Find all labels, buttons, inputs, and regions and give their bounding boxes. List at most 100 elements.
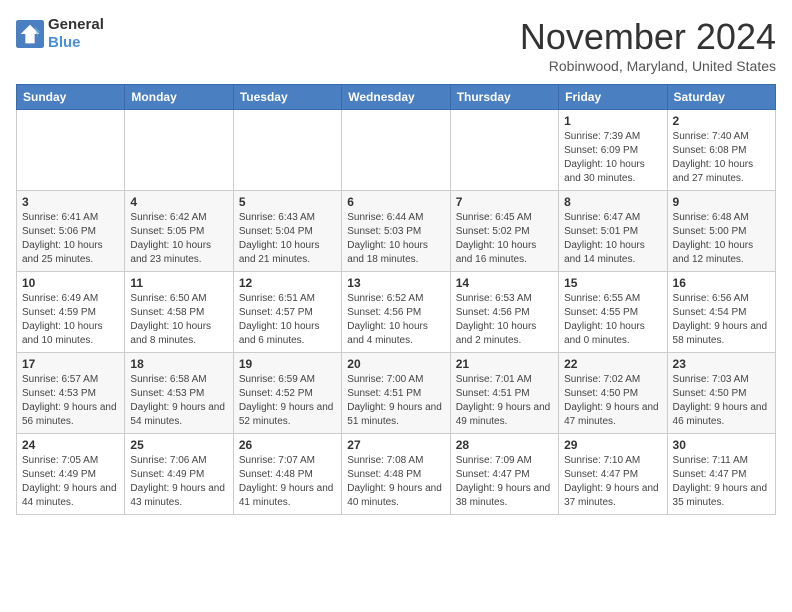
day-info: Sunrise: 6:59 AM Sunset: 4:52 PM Dayligh… xyxy=(239,373,336,429)
calendar-week-row: 1Sunrise: 7:39 AM Sunset: 6:09 PM Daylig… xyxy=(17,110,776,191)
calendar-cell: 4 Sunrise: 6:42 AM Sunset: 5:05 PM Daylig… xyxy=(125,191,233,272)
day-info: Sunrise: 6:43 AM Sunset: 5:04 PM Dayligh… xyxy=(239,211,336,267)
logo-line2: Blue xyxy=(48,34,104,52)
day-info: Sunrise: 7:08 AM Sunset: 4:48 PM Dayligh… xyxy=(347,454,444,510)
day-number: 23 xyxy=(673,357,770,371)
calendar-cell: 21 Sunrise: 7:01 AM Sunset: 4:51 PM Dayli… xyxy=(450,353,558,434)
day-info: Sunrise: 7:07 AM Sunset: 4:48 PM Dayligh… xyxy=(239,454,336,510)
day-info: Sunrise: 6:48 AM Sunset: 5:00 PM Dayligh… xyxy=(673,211,770,267)
calendar-cell: 2 Sunrise: 7:40 AM Sunset: 6:08 PM Daylig… xyxy=(667,110,775,191)
calendar-cell: 11 Sunrise: 6:50 AM Sunset: 4:58 PM Dayli… xyxy=(125,272,233,353)
calendar-cell xyxy=(233,110,341,191)
calendar-cell: 15Sunrise: 6:55 AM Sunset: 4:55 PM Dayli… xyxy=(559,272,667,353)
calendar-cell: 26 Sunrise: 7:07 AM Sunset: 4:48 PM Dayli… xyxy=(233,434,341,515)
day-number: 1 xyxy=(564,114,661,128)
calendar-cell: 17 Sunrise: 6:57 AM Sunset: 4:53 PM Dayli… xyxy=(17,353,125,434)
column-header-sunday: Sunday xyxy=(17,85,125,110)
day-info: Sunrise: 6:52 AM Sunset: 4:56 PM Dayligh… xyxy=(347,292,444,348)
calendar-week-row: 3Sunrise: 6:41 AM Sunset: 5:06 PM Daylig… xyxy=(17,191,776,272)
calendar-cell: 12 Sunrise: 6:51 AM Sunset: 4:57 PM Dayli… xyxy=(233,272,341,353)
calendar-cell: 16Sunrise: 6:56 AM Sunset: 4:54 PM Dayli… xyxy=(667,272,775,353)
title-block: November 2024 Robinwood, Maryland, Unite… xyxy=(520,16,776,74)
day-number: 16 xyxy=(673,276,770,290)
calendar-cell: 27 Sunrise: 7:08 AM Sunset: 4:48 PM Dayli… xyxy=(342,434,450,515)
day-info: Sunrise: 7:11 AM Sunset: 4:47 PM Dayligh… xyxy=(673,454,770,510)
day-info: Sunrise: 6:45 AM Sunset: 5:02 PM Dayligh… xyxy=(456,211,553,267)
day-info: Sunrise: 7:01 AM Sunset: 4:51 PM Dayligh… xyxy=(456,373,553,429)
calendar-cell xyxy=(450,110,558,191)
day-number: 14 xyxy=(456,276,553,290)
day-number: 5 xyxy=(239,195,336,209)
logo-text-block: General Blue xyxy=(48,16,104,52)
day-number: 17 xyxy=(22,357,119,371)
day-number: 26 xyxy=(239,438,336,452)
logo-line1: General xyxy=(48,16,104,34)
day-number: 21 xyxy=(456,357,553,371)
day-number: 9 xyxy=(673,195,770,209)
day-number: 24 xyxy=(22,438,119,452)
day-number: 28 xyxy=(456,438,553,452)
calendar-cell: 25 Sunrise: 7:06 AM Sunset: 4:49 PM Dayli… xyxy=(125,434,233,515)
column-header-tuesday: Tuesday xyxy=(233,85,341,110)
day-number: 22 xyxy=(564,357,661,371)
day-info: Sunrise: 7:10 AM Sunset: 4:47 PM Dayligh… xyxy=(564,454,661,510)
column-header-friday: Friday xyxy=(559,85,667,110)
calendar-cell: 14 Sunrise: 6:53 AM Sunset: 4:56 PM Dayli… xyxy=(450,272,558,353)
calendar-week-row: 17 Sunrise: 6:57 AM Sunset: 4:53 PM Dayli… xyxy=(17,353,776,434)
calendar-cell xyxy=(17,110,125,191)
calendar-cell: 29 Sunrise: 7:10 AM Sunset: 4:47 PM Dayli… xyxy=(559,434,667,515)
day-info: Sunrise: 7:00 AM Sunset: 4:51 PM Dayligh… xyxy=(347,373,444,429)
day-info: Sunrise: 7:40 AM Sunset: 6:08 PM Dayligh… xyxy=(673,130,770,186)
day-info: Sunrise: 6:42 AM Sunset: 5:05 PM Dayligh… xyxy=(130,211,227,267)
day-number: 29 xyxy=(564,438,661,452)
calendar-cell xyxy=(125,110,233,191)
day-number: 30 xyxy=(673,438,770,452)
month-title: November 2024 xyxy=(520,16,776,58)
calendar-cell: 5 Sunrise: 6:43 AM Sunset: 5:04 PM Daylig… xyxy=(233,191,341,272)
day-number: 11 xyxy=(130,276,227,290)
calendar-cell: 13Sunrise: 6:52 AM Sunset: 4:56 PM Dayli… xyxy=(342,272,450,353)
calendar-cell: 1Sunrise: 7:39 AM Sunset: 6:09 PM Daylig… xyxy=(559,110,667,191)
day-number: 8 xyxy=(564,195,661,209)
day-number: 19 xyxy=(239,357,336,371)
calendar-cell: 3Sunrise: 6:41 AM Sunset: 5:06 PM Daylig… xyxy=(17,191,125,272)
day-number: 2 xyxy=(673,114,770,128)
day-info: Sunrise: 7:05 AM Sunset: 4:49 PM Dayligh… xyxy=(22,454,119,510)
day-number: 12 xyxy=(239,276,336,290)
day-info: Sunrise: 6:51 AM Sunset: 4:57 PM Dayligh… xyxy=(239,292,336,348)
location: Robinwood, Maryland, United States xyxy=(520,58,776,74)
day-info: Sunrise: 6:44 AM Sunset: 5:03 PM Dayligh… xyxy=(347,211,444,267)
day-number: 10 xyxy=(22,276,119,290)
calendar-cell: 24 Sunrise: 7:05 AM Sunset: 4:49 PM Dayli… xyxy=(17,434,125,515)
calendar-cell: 18Sunrise: 6:58 AM Sunset: 4:53 PM Dayli… xyxy=(125,353,233,434)
calendar-cell: 10 Sunrise: 6:49 AM Sunset: 4:59 PM Dayli… xyxy=(17,272,125,353)
calendar-week-row: 10 Sunrise: 6:49 AM Sunset: 4:59 PM Dayli… xyxy=(17,272,776,353)
day-number: 20 xyxy=(347,357,444,371)
day-info: Sunrise: 6:49 AM Sunset: 4:59 PM Dayligh… xyxy=(22,292,119,348)
calendar-cell: 7Sunrise: 6:45 AM Sunset: 5:02 PM Daylig… xyxy=(450,191,558,272)
column-header-wednesday: Wednesday xyxy=(342,85,450,110)
day-info: Sunrise: 7:09 AM Sunset: 4:47 PM Dayligh… xyxy=(456,454,553,510)
day-info: Sunrise: 7:02 AM Sunset: 4:50 PM Dayligh… xyxy=(564,373,661,429)
calendar-header-row: SundayMondayTuesdayWednesdayThursdayFrid… xyxy=(17,85,776,110)
calendar-cell: 6 Sunrise: 6:44 AM Sunset: 5:03 PM Daylig… xyxy=(342,191,450,272)
calendar-cell: 19 Sunrise: 6:59 AM Sunset: 4:52 PM Dayli… xyxy=(233,353,341,434)
day-number: 27 xyxy=(347,438,444,452)
column-header-saturday: Saturday xyxy=(667,85,775,110)
day-number: 25 xyxy=(130,438,227,452)
column-header-monday: Monday xyxy=(125,85,233,110)
column-header-thursday: Thursday xyxy=(450,85,558,110)
calendar-cell: 9 Sunrise: 6:48 AM Sunset: 5:00 PM Daylig… xyxy=(667,191,775,272)
day-number: 4 xyxy=(130,195,227,209)
day-info: Sunrise: 6:57 AM Sunset: 4:53 PM Dayligh… xyxy=(22,373,119,429)
calendar-cell xyxy=(342,110,450,191)
day-info: Sunrise: 6:50 AM Sunset: 4:58 PM Dayligh… xyxy=(130,292,227,348)
day-info: Sunrise: 6:53 AM Sunset: 4:56 PM Dayligh… xyxy=(456,292,553,348)
day-info: Sunrise: 7:06 AM Sunset: 4:49 PM Dayligh… xyxy=(130,454,227,510)
day-info: Sunrise: 6:41 AM Sunset: 5:06 PM Dayligh… xyxy=(22,211,119,267)
calendar-cell: 30 Sunrise: 7:11 AM Sunset: 4:47 PM Dayli… xyxy=(667,434,775,515)
logo-icon xyxy=(16,20,44,48)
day-info: Sunrise: 6:47 AM Sunset: 5:01 PM Dayligh… xyxy=(564,211,661,267)
day-number: 6 xyxy=(347,195,444,209)
day-number: 18 xyxy=(130,357,227,371)
